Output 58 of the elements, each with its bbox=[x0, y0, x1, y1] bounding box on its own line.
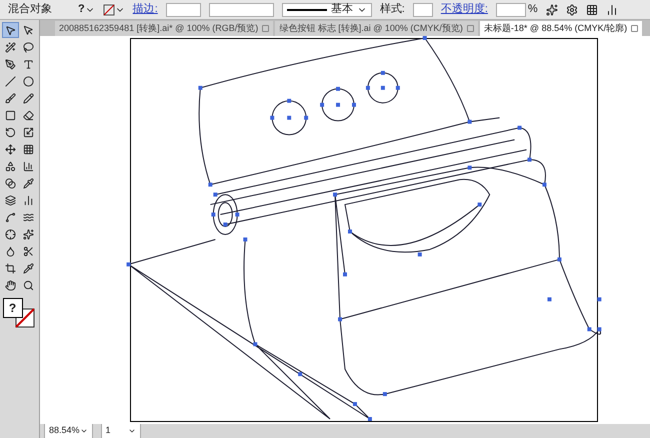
sparkle-icon bbox=[23, 228, 34, 240]
blend-icon bbox=[5, 178, 16, 188]
fill-swatch: ? bbox=[2, 298, 22, 318]
pen-icon bbox=[5, 58, 16, 70]
type-icon bbox=[23, 58, 34, 70]
eyedropper-icon bbox=[23, 178, 34, 188]
document-tab[interactable]: 200885162359481 [转换].ai* @ 100% (RGB/预览) bbox=[55, 21, 274, 36]
ellipse-icon bbox=[23, 76, 34, 86]
scale-icon bbox=[23, 126, 34, 138]
pointer-arrow-icon bbox=[23, 24, 34, 36]
selection-arrow-icon bbox=[5, 24, 16, 36]
zoom-dropdown[interactable]: 88.54% bbox=[44, 423, 93, 438]
waves-icon bbox=[23, 212, 34, 222]
move-icon bbox=[5, 144, 16, 154]
shapes-icon bbox=[5, 160, 16, 172]
opacity-unit: % bbox=[528, 2, 538, 18]
opacity-label: 不透明度: bbox=[440, 2, 488, 18]
spline-icon bbox=[5, 212, 16, 222]
layers-icon bbox=[5, 194, 16, 206]
pencil-icon bbox=[23, 92, 34, 104]
settings-icon[interactable] bbox=[566, 4, 578, 16]
mesh-icon bbox=[23, 144, 34, 154]
stroke-label: 描边: bbox=[132, 2, 158, 18]
line-icon bbox=[5, 76, 16, 86]
sparkle-icon[interactable] bbox=[546, 4, 558, 16]
no-stroke-icon bbox=[102, 4, 115, 16]
scissors-icon bbox=[23, 246, 34, 256]
hand-icon bbox=[5, 280, 16, 290]
dropper-icon bbox=[23, 262, 34, 274]
crop-icon bbox=[5, 262, 16, 274]
lasso-icon bbox=[23, 42, 34, 52]
brush-icon bbox=[5, 92, 16, 104]
caret-icon bbox=[128, 427, 136, 435]
stroke-weight-field[interactable] bbox=[166, 2, 201, 16]
grid-icon[interactable] bbox=[586, 4, 598, 16]
page-dropdown[interactable]: 1 bbox=[100, 423, 141, 438]
droplet-icon bbox=[5, 246, 16, 256]
rectangle-icon bbox=[5, 110, 16, 120]
rotate-icon bbox=[5, 126, 16, 138]
bar-chart-icon bbox=[23, 194, 34, 206]
fill-stroke-swatch[interactable]: ? bbox=[2, 298, 36, 328]
close-icon[interactable] bbox=[631, 25, 638, 32]
opacity-field[interactable] bbox=[496, 2, 526, 16]
document-tab[interactable]: 绿色按钮 标志 [转换].ai @ 100% (CMYK/预览) bbox=[275, 21, 478, 36]
tool-button[interactable] bbox=[2, 22, 19, 38]
eraser-icon bbox=[23, 110, 34, 120]
style-label: 样式: bbox=[380, 2, 405, 18]
selection-label: 混合对象 bbox=[8, 2, 53, 18]
crosshair-icon bbox=[5, 228, 16, 240]
variable-width-field[interactable] bbox=[208, 2, 274, 16]
wand-icon bbox=[5, 42, 16, 52]
zoom-icon bbox=[23, 280, 34, 290]
caret-icon bbox=[80, 427, 88, 435]
document-tab[interactable]: 未标题-18* @ 88.54% (CMYK/轮廓) bbox=[480, 21, 642, 36]
stroke-dropdown[interactable] bbox=[102, 4, 125, 16]
fill-dropdown[interactable]: ? bbox=[78, 1, 95, 18]
stroke-profile-dropdown[interactable]: 基本 bbox=[282, 2, 372, 16]
chart-icon bbox=[23, 160, 34, 172]
